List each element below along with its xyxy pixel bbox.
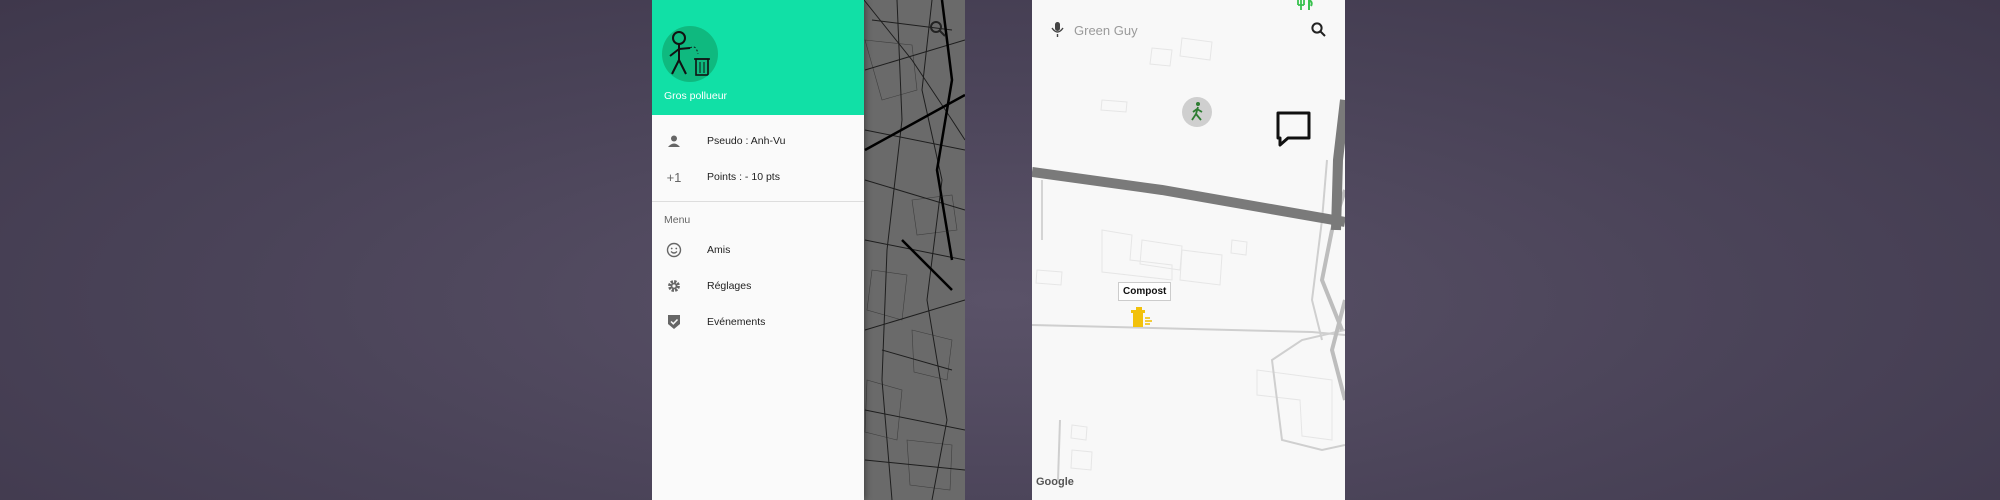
menu-item-amis[interactable]: Amis [652, 232, 864, 268]
chat-bubble-icon[interactable] [1276, 111, 1311, 147]
walking-person-icon[interactable] [1182, 97, 1212, 127]
menu-section-title: Menu [664, 214, 691, 226]
left-phone-screen: Gros pollueur Pseudo : Anh-Vu +1 Points … [652, 0, 965, 500]
stick-figure-litter-icon [669, 31, 710, 76]
pseudo-label: Pseudo : Anh-Vu [707, 135, 786, 147]
navigation-drawer: Gros pollueur Pseudo : Anh-Vu +1 Points … [652, 0, 864, 500]
search-bar[interactable]: Green Guy [1032, 10, 1345, 50]
pseudo-item[interactable]: Pseudo : Anh-Vu [652, 123, 864, 159]
restaurant-icon[interactable] [1297, 0, 1313, 10]
menu-item-reglages[interactable]: Réglages [652, 268, 864, 304]
menu-item-evenements-label: Evénements [707, 316, 766, 328]
shield-check-icon [664, 312, 684, 332]
points-item[interactable]: +1 Points : - 10 pts [652, 159, 864, 195]
compost-marker-label[interactable]: Compost [1118, 282, 1172, 301]
avatar[interactable] [662, 26, 718, 82]
google-logo: Google [1036, 476, 1074, 488]
points-label: Points : - 10 pts [707, 171, 780, 183]
menu-item-evenements[interactable]: Evénements [652, 304, 864, 340]
smiley-icon [664, 240, 684, 260]
light-map[interactable] [1032, 0, 1345, 500]
profile-name: Gros pollueur [664, 90, 728, 102]
menu-item-reglages-label: Réglages [707, 280, 752, 292]
drawer-header: Gros pollueur [652, 0, 864, 115]
plus-one-icon: +1 [666, 169, 682, 185]
search-input[interactable]: Green Guy [1074, 23, 1138, 38]
person-icon [664, 131, 684, 151]
right-phone-screen: Green Guy Compost Google [1032, 0, 1345, 500]
compost-marker-icon[interactable] [1131, 307, 1152, 327]
menu-item-amis-label: Amis [707, 244, 731, 256]
gear-icon [664, 276, 684, 296]
